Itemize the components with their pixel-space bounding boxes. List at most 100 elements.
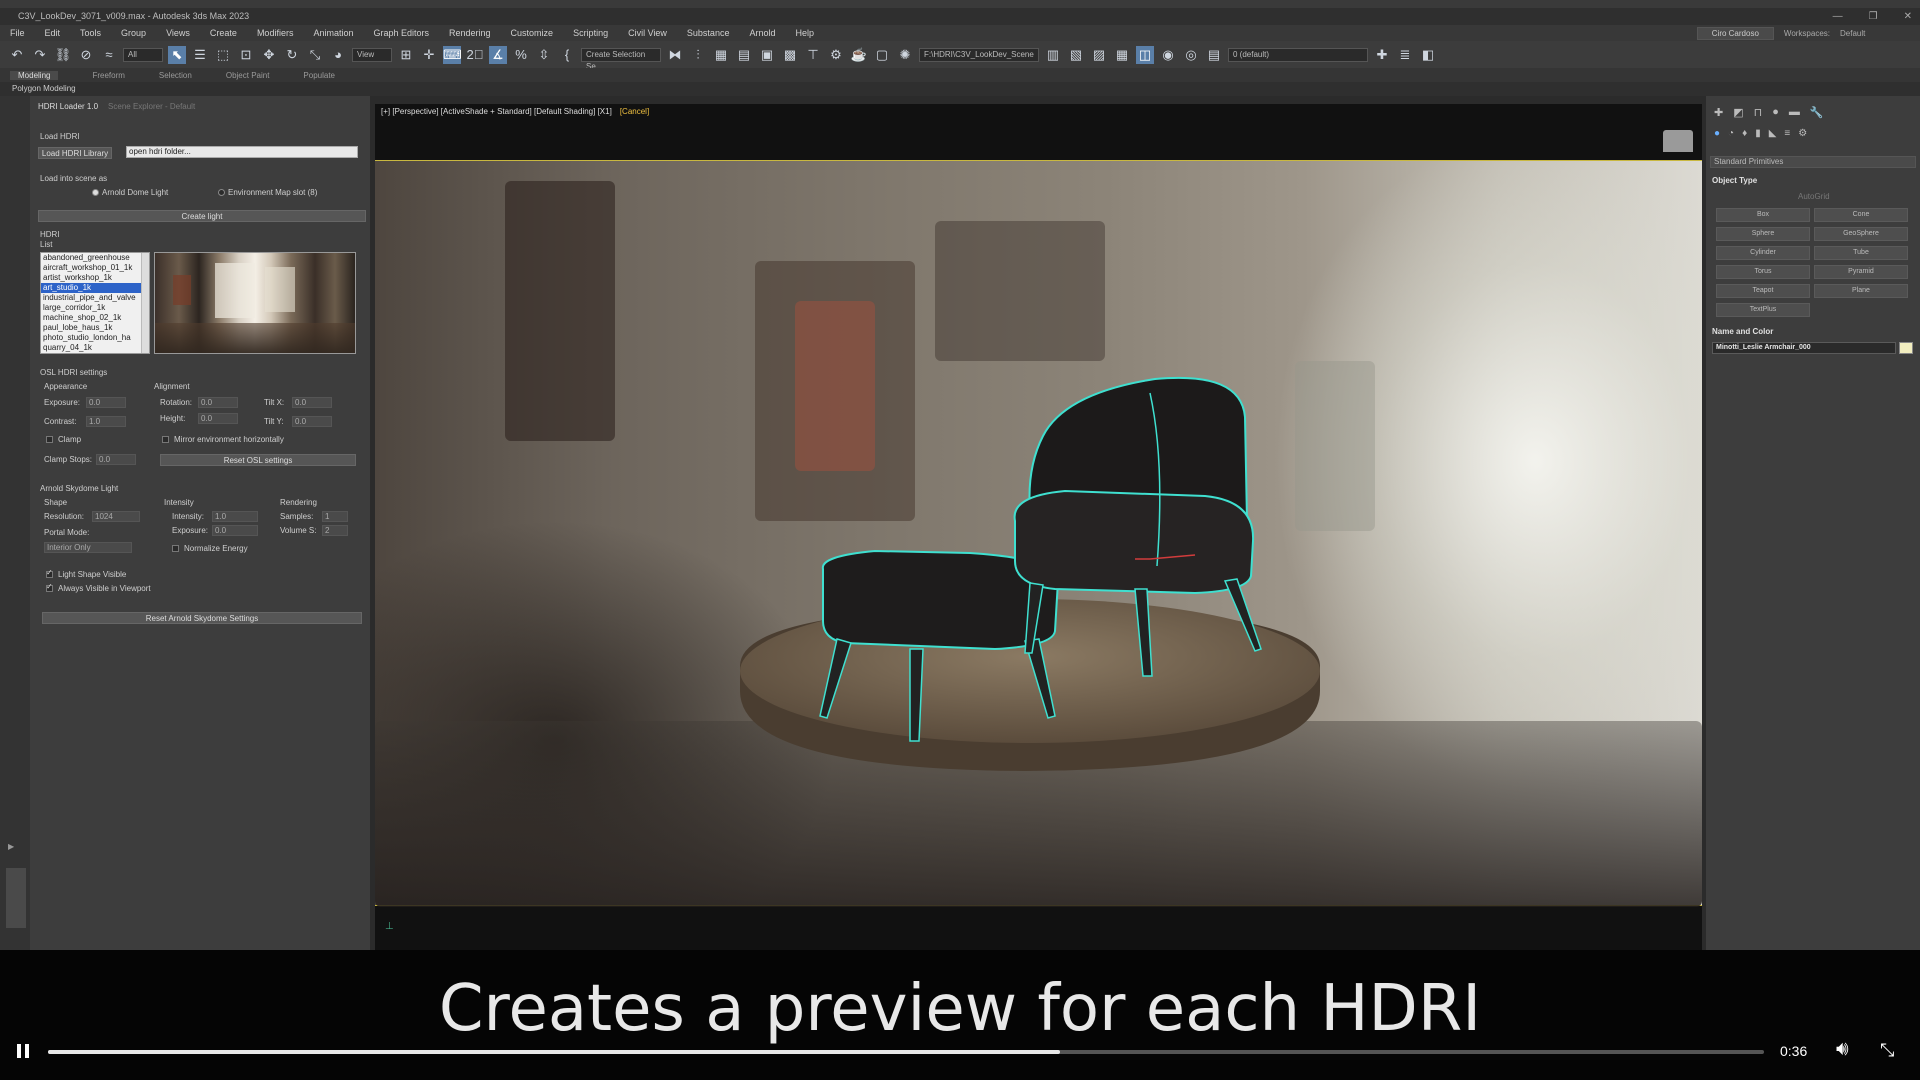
layer-explorer-icon[interactable]: ▤	[735, 46, 753, 64]
object-color-swatch[interactable]	[1899, 342, 1913, 354]
modify-tab-icon[interactable]: ◩	[1733, 106, 1743, 119]
rotate-icon[interactable]: ↻	[283, 46, 301, 64]
unlink-icon[interactable]: ⊘	[77, 46, 95, 64]
menu-substance[interactable]: Substance	[687, 28, 730, 38]
textplus-button[interactable]: TextPlus	[1716, 303, 1810, 317]
reset-osl-button[interactable]: Reset OSL settings	[160, 454, 356, 466]
tilt-y-spinner[interactable]: 0.0	[292, 416, 332, 427]
intensity-spinner[interactable]: 1.0	[212, 511, 258, 522]
redo-icon[interactable]: ↷	[31, 46, 49, 64]
menu-customize[interactable]: Customize	[511, 28, 554, 38]
spinner-snap-icon[interactable]: ⇳	[535, 46, 553, 64]
menu-edit[interactable]: Edit	[45, 28, 61, 38]
window-crossing-icon[interactable]: ⊡	[237, 46, 255, 64]
snap-toggle-icon[interactable]: 2⃣	[466, 46, 484, 64]
menu-help[interactable]: Help	[795, 28, 814, 38]
systems-icon[interactable]: ⚙	[1798, 128, 1807, 139]
curve-editor-icon[interactable]: ▩	[781, 46, 799, 64]
viewcube-icon[interactable]	[1663, 130, 1693, 152]
hdri-list-item[interactable]: aircraft_workshop_01_1k	[41, 263, 149, 273]
exposure-spinner[interactable]: 0.0	[86, 397, 126, 408]
hdri-list-item[interactable]: photo_studio_london_ha	[41, 333, 149, 343]
bind-space-warp-icon[interactable]: ≈	[100, 46, 118, 64]
layer-stack-icon[interactable]: ≣	[1396, 46, 1414, 64]
geosphere-button[interactable]: GeoSphere	[1814, 227, 1908, 241]
select-by-name-icon[interactable]: ☰	[191, 46, 209, 64]
box-button[interactable]: Box	[1716, 208, 1810, 222]
cylinder-button[interactable]: Cylinder	[1716, 246, 1810, 260]
pivot-icon[interactable]: ⊞	[397, 46, 415, 64]
isolate-icon[interactable]: ◧	[1419, 46, 1437, 64]
hdri-folder-field[interactable]: open hdri folder...	[126, 146, 358, 158]
edit-named-selection-icon[interactable]: {	[558, 46, 576, 64]
ribbon-subpanel[interactable]: Polygon Modeling	[0, 82, 1920, 96]
clamp-stops-spinner[interactable]: 0.0	[96, 454, 136, 465]
tube-button[interactable]: Tube	[1814, 246, 1908, 260]
layer-select[interactable]: 0 (default)	[1228, 47, 1368, 62]
project-path-select[interactable]: F:\HDRI\C3V_LookDev_Scene	[919, 47, 1039, 62]
percent-snap-icon[interactable]: %	[512, 46, 530, 64]
menu-rendering[interactable]: Rendering	[449, 28, 491, 38]
utilities-tab-icon[interactable]: 🔧	[1810, 106, 1824, 119]
menu-scripting[interactable]: Scripting	[573, 28, 608, 38]
lights-icon[interactable]: ♦	[1742, 128, 1747, 139]
menu-tools[interactable]: Tools	[80, 28, 101, 38]
hdri-list-item[interactable]: art_studio_1k	[41, 283, 149, 293]
autogrid-label[interactable]: AutoGrid	[1798, 192, 1830, 201]
hdri-list-item[interactable]: paul_lobe_haus_1k	[41, 323, 149, 333]
close-icon[interactable]: ✕	[1904, 8, 1912, 25]
selection-filter-select[interactable]: All	[123, 47, 163, 62]
always-visible-checkbox[interactable]	[46, 582, 53, 592]
cone-button[interactable]: Cone	[1814, 208, 1908, 222]
menu-arnold[interactable]: Arnold	[749, 28, 775, 38]
geometry-icon[interactable]: ●	[1714, 128, 1720, 139]
plane-button[interactable]: Plane	[1814, 284, 1908, 298]
sphere-button[interactable]: Sphere	[1716, 227, 1810, 241]
rect-selection-icon[interactable]: ⬚	[214, 46, 232, 64]
menu-group[interactable]: Group	[121, 28, 146, 38]
maximize-icon[interactable]: ❐	[1869, 8, 1878, 25]
create-tab-icon[interactable]: ✚	[1714, 106, 1723, 119]
select-manipulate-icon[interactable]: ✛	[420, 46, 438, 64]
spacewarps-icon[interactable]: ≡	[1784, 128, 1790, 139]
viewport-label[interactable]: [+] [Perspective] [ActiveShade + Standar…	[381, 107, 649, 116]
render-icon[interactable]: ✺	[896, 46, 914, 64]
mirror-checkbox[interactable]	[162, 436, 169, 443]
menu-civil-view[interactable]: Civil View	[628, 28, 667, 38]
normalize-energy-checkbox[interactable]	[172, 545, 179, 552]
create-layer-icon[interactable]: ✚	[1373, 46, 1391, 64]
ribbon-tab-object-paint[interactable]: Object Paint	[226, 71, 270, 80]
hdri-list-item[interactable]: machine_shop_02_1k	[41, 313, 149, 323]
ribbon-toggle-icon[interactable]: ▣	[758, 46, 776, 64]
ribbon-tab-modeling[interactable]: Modeling	[10, 70, 59, 80]
volume-samples-spinner[interactable]: 2	[322, 525, 348, 536]
angle-snap-icon[interactable]: ∡	[489, 45, 507, 64]
video-progress-track[interactable]	[48, 1050, 1764, 1054]
scene-explorer-icon[interactable]: ▦	[712, 46, 730, 64]
schematic-view-icon[interactable]: ⊤	[804, 46, 822, 64]
load-hdri-library-button[interactable]: Load HDRI Library	[38, 147, 112, 159]
viewport-cancel-link[interactable]: [Cancel]	[620, 107, 649, 116]
cameras-icon[interactable]: ▮	[1755, 128, 1761, 139]
project-icon-2[interactable]: ▧	[1067, 46, 1085, 64]
minimize-icon[interactable]: —	[1833, 8, 1843, 25]
resolution-spinner[interactable]: 1024	[92, 511, 140, 522]
teapot-button[interactable]: Teapot	[1716, 284, 1810, 298]
contrast-spinner[interactable]: 1.0	[86, 416, 126, 427]
arnold-ipr-icon[interactable]: ◉	[1159, 46, 1177, 64]
exit-fullscreen-icon[interactable]: ⤡	[1880, 1040, 1894, 1061]
menu-modifiers[interactable]: Modifiers	[257, 28, 294, 38]
perspective-viewport[interactable]: [+] [Perspective] [ActiveShade + Standar…	[375, 104, 1702, 950]
tab-scene-explorer[interactable]: Scene Explorer - Default	[108, 102, 195, 114]
primitive-type-select[interactable]: Standard Primitives	[1710, 156, 1916, 168]
reset-skydome-button[interactable]: Reset Arnold Skydome Settings	[42, 612, 362, 624]
ribbon-tab-populate[interactable]: Populate	[303, 71, 335, 80]
ribbon-tab-freeform[interactable]: Freeform	[92, 71, 124, 80]
workspace-select[interactable]: Default	[1840, 29, 1920, 38]
keyboard-shortcut-icon[interactable]: ⌨	[443, 45, 462, 64]
project-icon-1[interactable]: ▥	[1044, 46, 1062, 64]
motion-tab-icon[interactable]: ●	[1772, 106, 1779, 119]
layer-manager-icon[interactable]: ▤	[1205, 46, 1223, 64]
radio-dome-light[interactable]	[92, 189, 99, 196]
hdri-list[interactable]: abandoned_greenhouse aircraft_workshop_01…	[40, 252, 150, 354]
